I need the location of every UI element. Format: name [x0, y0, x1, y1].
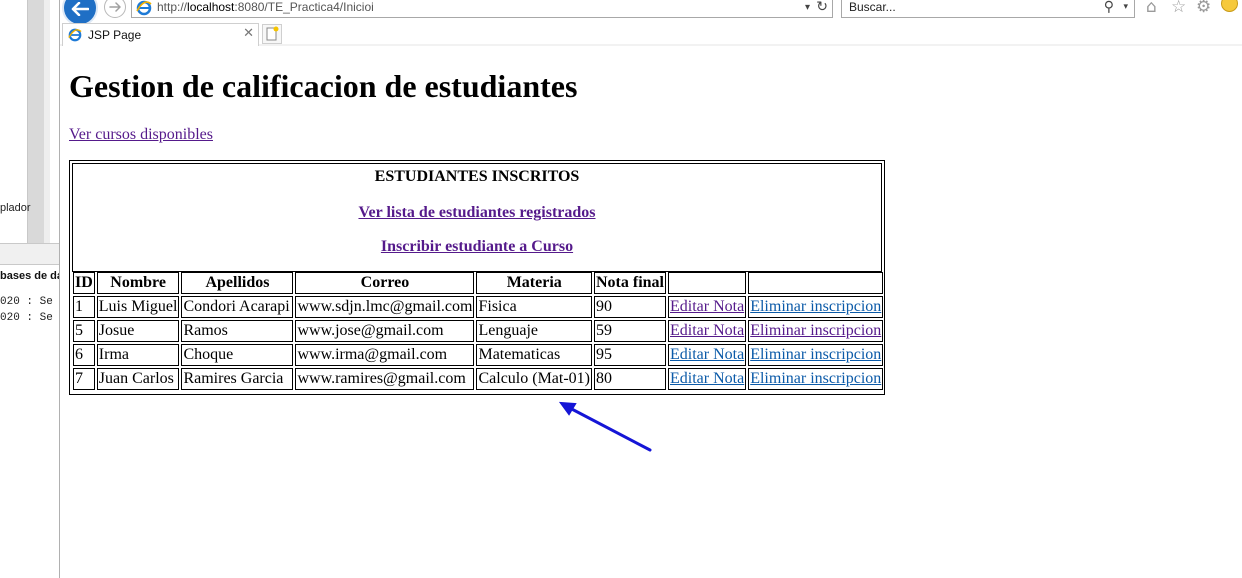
- background-divider: [0, 243, 60, 265]
- cell-apellidos: Condori Acarapi: [181, 296, 294, 318]
- cell-materia: Lenguaje: [476, 320, 592, 342]
- table-row: 1 Luis Miguel Condori Acarapi www.sdjn.l…: [73, 296, 884, 318]
- cell-nombre: Juan Carlos: [96, 368, 180, 390]
- url-text[interactable]: http://localhost:8080/TE_Practica4/Inici…: [157, 0, 374, 14]
- settings-gear-icon[interactable]: ⚙: [1196, 0, 1211, 17]
- delete-enrollment-link[interactable]: Eliminar inscripcion: [750, 298, 881, 315]
- new-tab-button[interactable]: [262, 24, 282, 44]
- delete-enrollment-link[interactable]: Eliminar inscripcion: [750, 346, 881, 363]
- table-row: 5 Josue Ramos www.jose@gmail.com Lenguaj…: [73, 320, 884, 342]
- cell-materia: Matematicas: [476, 344, 592, 366]
- background-console-line: 020 : Se: [0, 296, 53, 308]
- cell-materia: Calculo (Mat-01): [476, 368, 592, 390]
- table-row: 7 Juan Carlos Ramires Garcia www.ramires…: [73, 368, 884, 390]
- cell-apellidos: Ramos: [181, 320, 294, 342]
- ie-tab-icon: [68, 28, 82, 42]
- close-tab-icon[interactable]: ✕: [243, 26, 254, 41]
- cell-nota: 95: [594, 344, 666, 366]
- cell-nota: 90: [594, 296, 666, 318]
- cell-apellidos: Choque: [181, 344, 294, 366]
- background-console-line: 020 : Se: [0, 312, 53, 324]
- view-courses-link[interactable]: Ver cursos disponibles: [69, 126, 213, 144]
- enrollments-table: ID Nombre Apellidos Correo Materia Nota …: [71, 270, 885, 392]
- address-dropdown-icon[interactable]: ▾: [805, 2, 810, 13]
- cell-correo: www.irma@gmail.com: [295, 344, 475, 366]
- cell-correo: www.sdjn.lmc@gmail.com: [295, 296, 475, 318]
- url-path: :8080/TE_Practica4/Inicioi: [234, 0, 374, 14]
- table-row: 6 Irma Choque www.irma@gmail.com Matemat…: [73, 344, 884, 366]
- background-output-header: bases de da: [0, 270, 60, 282]
- column-header-correo: Correo: [295, 272, 475, 294]
- cell-nota: 59: [594, 320, 666, 342]
- column-header-apellidos: Apellidos: [181, 272, 294, 294]
- cell-correo: www.jose@gmail.com: [295, 320, 475, 342]
- tab-title: JSP Page: [88, 28, 142, 42]
- favorites-star-icon[interactable]: ☆: [1171, 0, 1186, 17]
- background-app: plador bases de da 020 : Se 020 : Se: [0, 0, 60, 578]
- column-header-nota: Nota final: [594, 272, 666, 294]
- search-input[interactable]: Buscar... ⚲ ▾: [841, 0, 1135, 18]
- ie-page-icon: [136, 0, 152, 16]
- cell-correo: www.ramires@gmail.com: [295, 368, 475, 390]
- enroll-student-link[interactable]: Inscribir estudiante a Curso: [381, 238, 573, 255]
- cell-materia: Fisica: [476, 296, 592, 318]
- edit-grade-link[interactable]: Editar Nota: [670, 346, 744, 363]
- registered-students-link[interactable]: Ver lista de estudiantes registrados: [358, 204, 595, 221]
- edit-grade-link[interactable]: Editar Nota: [670, 322, 744, 339]
- column-header-materia: Materia: [476, 272, 592, 294]
- column-header-id: ID: [73, 272, 95, 294]
- back-arrow-icon: [71, 2, 89, 16]
- table-header-row: ID Nombre Apellidos Correo Materia Nota …: [73, 272, 884, 294]
- delete-enrollment-link[interactable]: Eliminar inscripcion: [750, 370, 881, 387]
- address-bar[interactable]: http://localhost:8080/TE_Practica4/Inici…: [131, 0, 833, 18]
- delete-enrollment-link[interactable]: Eliminar inscripcion: [750, 322, 881, 339]
- page-title: Gestion de calificacion de estudiantes: [69, 68, 578, 104]
- cell-nota: 80: [594, 368, 666, 390]
- cell-apellidos: Ramires Garcia: [181, 368, 294, 390]
- cell-id: 1: [73, 296, 95, 318]
- cell-id: 5: [73, 320, 95, 342]
- annotation-arrow-head: [558, 401, 577, 416]
- background-panel-edge: [44, 0, 50, 243]
- column-header-nombre: Nombre: [96, 272, 180, 294]
- column-header-edit: [668, 272, 747, 294]
- cell-nombre: Josue: [96, 320, 180, 342]
- url-prefix: http://: [157, 0, 188, 14]
- column-header-delete: [748, 272, 884, 294]
- refresh-icon[interactable]: ↻: [816, 0, 828, 15]
- window-edge: [59, 0, 60, 578]
- cell-nombre: Irma: [96, 344, 180, 366]
- edit-grade-link[interactable]: Editar Nota: [670, 370, 744, 387]
- cell-id: 7: [73, 368, 95, 390]
- students-panel-title: ESTUDIANTES INSCRITOS: [374, 168, 580, 185]
- search-dropdown-icon[interactable]: ▾: [1123, 2, 1128, 12]
- background-label: plador: [0, 202, 31, 214]
- edit-grade-link[interactable]: Editar Nota: [670, 298, 744, 315]
- url-host: localhost: [187, 0, 235, 14]
- new-tab-icon: [266, 26, 279, 41]
- cell-id: 6: [73, 344, 95, 366]
- forward-arrow-icon: [109, 2, 121, 12]
- search-icon[interactable]: ⚲: [1104, 0, 1114, 15]
- cell-nombre: Luis Miguel: [96, 296, 180, 318]
- students-panel-header: ESTUDIANTES INSCRITOS Ver lista de estud…: [72, 163, 882, 272]
- tab-jsp-page[interactable]: JSP Page ✕: [62, 23, 259, 46]
- annotation-arrow-shaft: [564, 404, 652, 452]
- search-placeholder: Buscar...: [849, 0, 896, 14]
- home-icon[interactable]: ⌂: [1146, 0, 1157, 17]
